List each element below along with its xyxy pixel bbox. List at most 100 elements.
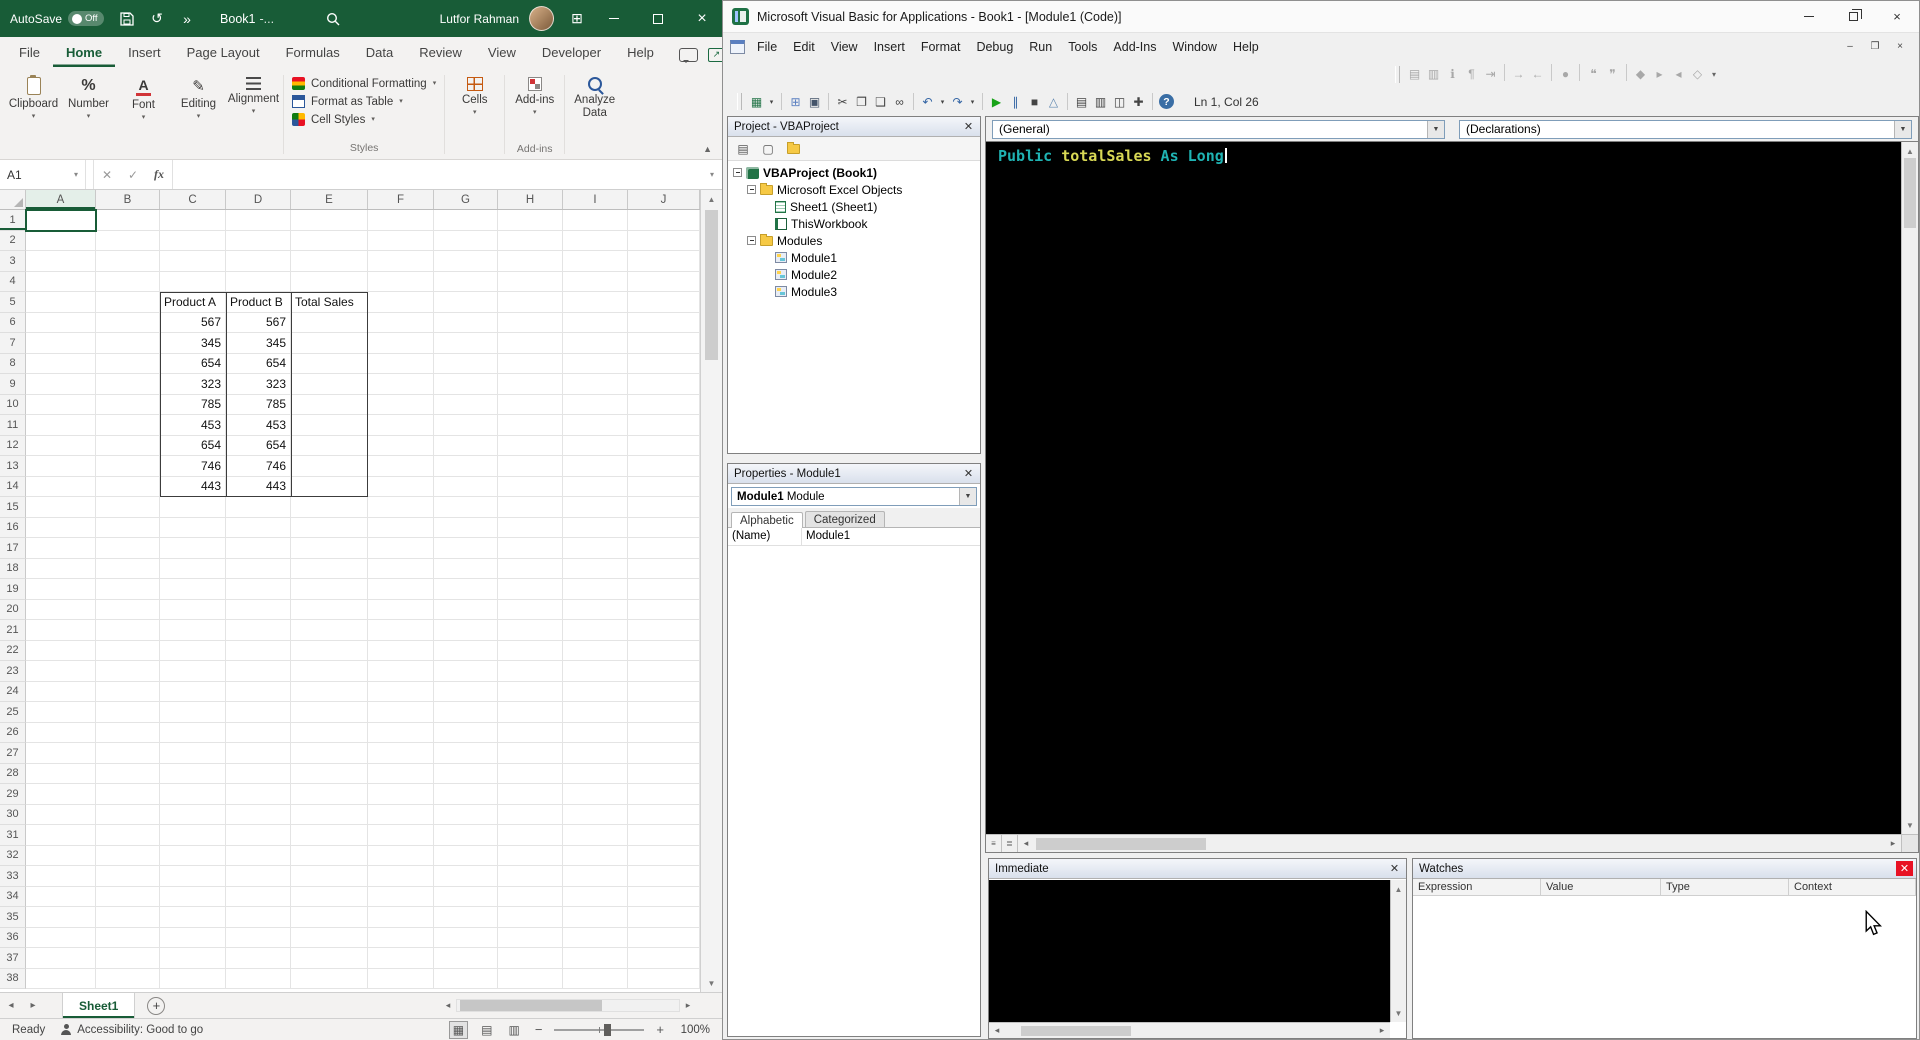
- cell-J6[interactable]: [628, 312, 700, 333]
- cell-H19[interactable]: [498, 579, 563, 600]
- ribbon-tab-data[interactable]: Data: [353, 39, 406, 67]
- cell-F23[interactable]: [368, 661, 434, 682]
- cell-A15[interactable]: [26, 497, 96, 518]
- cell-I12[interactable]: [563, 435, 628, 456]
- user-name[interactable]: Lutfor Rahman: [440, 12, 519, 26]
- cell-C31[interactable]: [160, 825, 226, 846]
- row-header-3[interactable]: 3: [0, 251, 26, 272]
- cell-G14[interactable]: [434, 476, 498, 497]
- cell-F37[interactable]: [368, 948, 434, 969]
- cell-A13[interactable]: [26, 456, 96, 477]
- cell-D34[interactable]: [226, 886, 291, 907]
- row-header-20[interactable]: 20: [0, 599, 26, 620]
- cell-J18[interactable]: [628, 558, 700, 579]
- collapse-toggle-icon[interactable]: [747, 236, 756, 245]
- cell-J38[interactable]: [628, 968, 700, 989]
- cell-J3[interactable]: [628, 251, 700, 272]
- cell-F36[interactable]: [368, 927, 434, 948]
- zoom-in-icon[interactable]: +: [654, 1022, 666, 1037]
- col-header-g[interactable]: G: [434, 190, 498, 209]
- child-minimize-icon[interactable]: –: [1839, 38, 1861, 56]
- cell-I23[interactable]: [563, 661, 628, 682]
- cell-H1[interactable]: [498, 210, 563, 231]
- cell-D4[interactable]: [226, 271, 291, 292]
- cell-C37[interactable]: [160, 948, 226, 969]
- cell-E23[interactable]: [291, 661, 368, 682]
- menu-insert[interactable]: Insert: [866, 36, 913, 58]
- cell-G13[interactable]: [434, 456, 498, 477]
- cell-C20[interactable]: [160, 599, 226, 620]
- cell-C27[interactable]: [160, 743, 226, 764]
- cell-E31[interactable]: [291, 825, 368, 846]
- cell-D13[interactable]: 746: [226, 456, 291, 477]
- redo-icon[interactable]: ↷: [948, 92, 967, 112]
- cell-B37[interactable]: [96, 948, 160, 969]
- cell-F31[interactable]: [368, 825, 434, 846]
- cell-E22[interactable]: [291, 640, 368, 661]
- row-header-34[interactable]: 34: [0, 886, 26, 907]
- cell-I35[interactable]: [563, 907, 628, 928]
- tree-item-vbaproject-book1[interactable]: VBAProject (Book1): [728, 164, 980, 181]
- ribbon-button-number[interactable]: Number ▾: [61, 72, 116, 157]
- cell-H24[interactable]: [498, 681, 563, 702]
- watches-body[interactable]: [1413, 897, 1916, 1038]
- cell-H9[interactable]: [498, 374, 563, 395]
- cell-C14[interactable]: 443: [160, 476, 226, 497]
- cell-J30[interactable]: [628, 804, 700, 825]
- cell-A21[interactable]: [26, 620, 96, 641]
- copy-icon[interactable]: ❐: [852, 92, 871, 112]
- grid-horizontal-scrollbar[interactable]: ◂ ▸: [440, 997, 696, 1014]
- cell-G21[interactable]: [434, 620, 498, 641]
- watches-column-expression[interactable]: Expression: [1413, 879, 1541, 895]
- cell-G9[interactable]: [434, 374, 498, 395]
- cell-E18[interactable]: [291, 558, 368, 579]
- view-excel-dropdown-icon[interactable]: ▾: [766, 92, 777, 112]
- cell-E26[interactable]: [291, 722, 368, 743]
- cell-E15[interactable]: [291, 497, 368, 518]
- cell-A28[interactable]: [26, 763, 96, 784]
- ribbon-button-editing[interactable]: Editing ▾: [171, 72, 226, 157]
- object-browser-icon[interactable]: ◫: [1110, 92, 1129, 112]
- cell-I7[interactable]: [563, 333, 628, 354]
- zoom-slider[interactable]: [554, 1023, 645, 1036]
- cell-A7[interactable]: [26, 333, 96, 354]
- cell-G24[interactable]: [434, 681, 498, 702]
- cell-F34[interactable]: [368, 886, 434, 907]
- cell-I37[interactable]: [563, 948, 628, 969]
- tree-item-module3[interactable]: Module3: [728, 283, 980, 300]
- cell-G6[interactable]: [434, 312, 498, 333]
- new-sheet-button[interactable]: +: [147, 996, 166, 1015]
- cell-A32[interactable]: [26, 845, 96, 866]
- cell-B24[interactable]: [96, 681, 160, 702]
- tree-item-modules[interactable]: Modules: [728, 232, 980, 249]
- row-header-35[interactable]: 35: [0, 907, 26, 928]
- row-header-9[interactable]: 9: [0, 374, 26, 395]
- cell-A16[interactable]: [26, 517, 96, 538]
- cell-D17[interactable]: [226, 538, 291, 559]
- cell-E12[interactable]: [291, 435, 368, 456]
- cell-G27[interactable]: [434, 743, 498, 764]
- cell-I10[interactable]: [563, 394, 628, 415]
- reset-icon[interactable]: ■: [1025, 92, 1044, 112]
- cell-J10[interactable]: [628, 394, 700, 415]
- code-horizontal-scrollbar[interactable]: ≡ ≣ ◂ ▸: [986, 834, 1901, 852]
- cell-A1[interactable]: [26, 210, 96, 231]
- cell-I11[interactable]: [563, 415, 628, 436]
- cell-J24[interactable]: [628, 681, 700, 702]
- cell-E38[interactable]: [291, 968, 368, 989]
- cell-J31[interactable]: [628, 825, 700, 846]
- cell-J23[interactable]: [628, 661, 700, 682]
- ribbon-button-font[interactable]: Font ▾: [116, 72, 171, 157]
- cell-E30[interactable]: [291, 804, 368, 825]
- collapse-toggle-icon[interactable]: [747, 185, 756, 194]
- immediate-scroll-up-icon[interactable]: ▲: [1391, 880, 1406, 898]
- cell-D30[interactable]: [226, 804, 291, 825]
- cell-B28[interactable]: [96, 763, 160, 784]
- ribbon-button-analyze-data[interactable]: Analyze Data: [567, 72, 622, 157]
- cell-J16[interactable]: [628, 517, 700, 538]
- cell-J35[interactable]: [628, 907, 700, 928]
- cell-G16[interactable]: [434, 517, 498, 538]
- cell-F3[interactable]: [368, 251, 434, 272]
- cell-J5[interactable]: [628, 292, 700, 313]
- cell-G32[interactable]: [434, 845, 498, 866]
